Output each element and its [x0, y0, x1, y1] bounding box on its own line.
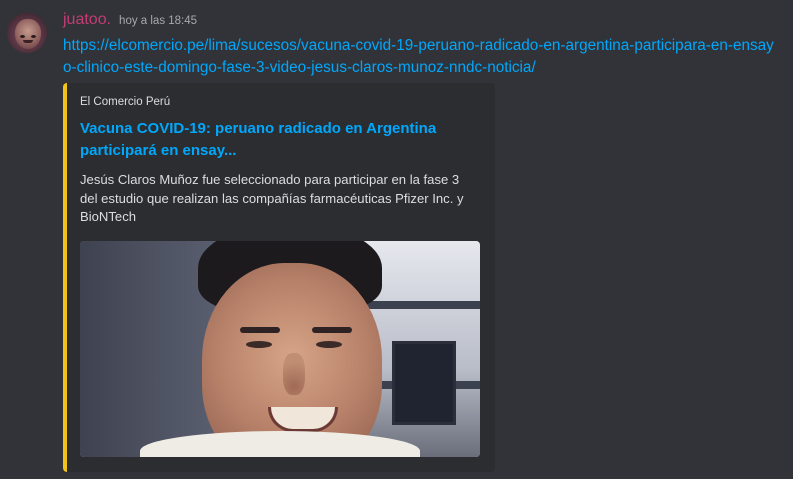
avatar-eye-right — [31, 35, 36, 38]
thumbnail-monitor — [392, 341, 456, 425]
avatar-face — [15, 19, 41, 49]
link-embed: El Comercio Perú Vacuna COVID-19: peruan… — [63, 83, 495, 472]
user-avatar[interactable] — [7, 13, 47, 53]
window-bar — [360, 301, 480, 309]
embed-provider[interactable]: El Comercio Perú — [80, 96, 170, 108]
embed-description: Jesús Claros Muñoz fue seleccionado para… — [80, 172, 464, 224]
thumbnail-brow-left — [240, 327, 280, 333]
avatar-mouth — [23, 40, 33, 43]
message-timestamp[interactable]: hoy a las 18:45 — [119, 15, 197, 27]
thumbnail-nose — [283, 353, 305, 395]
message-header: juatoo. hoy a las 18:45 — [63, 11, 197, 29]
thumbnail-brow-right — [312, 327, 352, 333]
embed-thumbnail[interactable] — [80, 241, 480, 457]
embed-title[interactable]: Vacuna COVID-19: peruano radicado en Arg… — [80, 118, 440, 162]
thumbnail-eye-left — [246, 341, 272, 348]
avatar-eye-left — [20, 35, 25, 38]
message-link[interactable]: https://elcomercio.pe/lima/sucesos/vacun… — [63, 35, 778, 78]
thumbnail-eye-right — [316, 341, 342, 348]
chat-message: juatoo. hoy a las 18:45 https://elcomerc… — [0, 0, 793, 479]
username[interactable]: juatoo. — [63, 11, 111, 29]
